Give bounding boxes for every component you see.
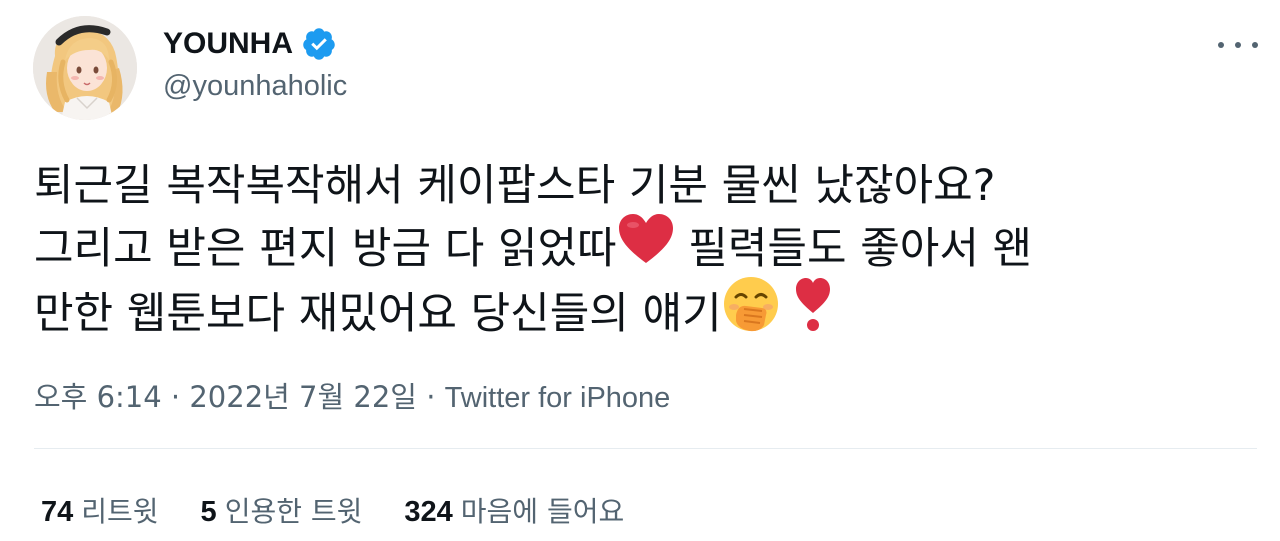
tweet-time[interactable]: 오후 6:14 — [34, 380, 162, 414]
tweet-line-text: 필력들도 좋아서 왠 — [674, 224, 1033, 274]
tweet-line: 그리고 받은 편지 방금 다 읽었따 필력들도 좋아서 왠 — [34, 214, 1264, 279]
avatar-illustration — [33, 16, 137, 120]
quote-tweets-count: 5 — [200, 496, 217, 528]
heavy-exclamation-heart-icon — [793, 275, 833, 350]
tweet-source[interactable]: Twitter for iPhone — [445, 382, 671, 414]
dot — [1235, 42, 1241, 48]
tweet-line-text: 퇴근길 복작복작해서 케이팝스타 기분 물씬 났잖아요? — [34, 161, 996, 211]
tweet-date[interactable]: 2022년 7월 22일 — [189, 380, 417, 414]
avatar[interactable] — [33, 16, 137, 120]
tweet-line-text: 그리고 받은 편지 방금 다 읽었따 — [34, 224, 617, 274]
likes-stat[interactable]: 324 마음에 들어요 — [404, 490, 624, 530]
tweet-card: YOUNHA @younhaholic 퇴근길 복작복작해서 케이팝스타 기분 … — [0, 0, 1280, 541]
meta-separator: · — [170, 380, 181, 414]
hand-over-mouth-face-icon — [722, 275, 780, 350]
meta-separator: · — [426, 380, 436, 414]
retweets-stat[interactable]: 74 리트윗 — [41, 490, 159, 530]
tweet-line: 퇴근길 복작복작해서 케이팝스타 기분 물씬 났잖아요? — [34, 155, 1264, 217]
user-handle[interactable]: @younhaholic — [163, 70, 347, 103]
dot — [1252, 42, 1258, 48]
more-options-icon[interactable] — [1218, 30, 1258, 60]
tweet-stats: 74 리트윗 5 인용한 트윗 324 마음에 들어요 — [41, 490, 666, 530]
verified-badge-icon — [301, 26, 337, 62]
likes-label: 마음에 들어요 — [460, 495, 625, 528]
likes-count: 324 — [404, 496, 453, 528]
tweet-text: 퇴근길 복작복작해서 케이팝스타 기분 물씬 났잖아요? 그리고 받은 편지 방… — [34, 155, 1264, 341]
quote-tweets-label: 인용한 트윗 — [224, 495, 363, 528]
tweet-meta: 오후 6:14 · 2022년 7월 22일 · Twitter for iPh… — [34, 374, 670, 416]
display-name[interactable]: YOUNHA — [163, 27, 293, 61]
quote-tweets-stat[interactable]: 5 인용한 트윗 — [201, 490, 363, 530]
display-name-row[interactable]: YOUNHA — [163, 24, 337, 64]
dot — [1218, 42, 1224, 48]
divider — [34, 448, 1257, 449]
tweet-line-text: 만한 웹툰보다 재밌어요 당신들의 얘기 — [34, 289, 722, 339]
retweets-label: 리트윗 — [81, 495, 159, 528]
red-heart-icon — [617, 213, 675, 282]
tweet-line: 만한 웹툰보다 재밌어요 당신들의 얘기 — [34, 277, 1264, 341]
retweets-count: 74 — [41, 496, 74, 528]
